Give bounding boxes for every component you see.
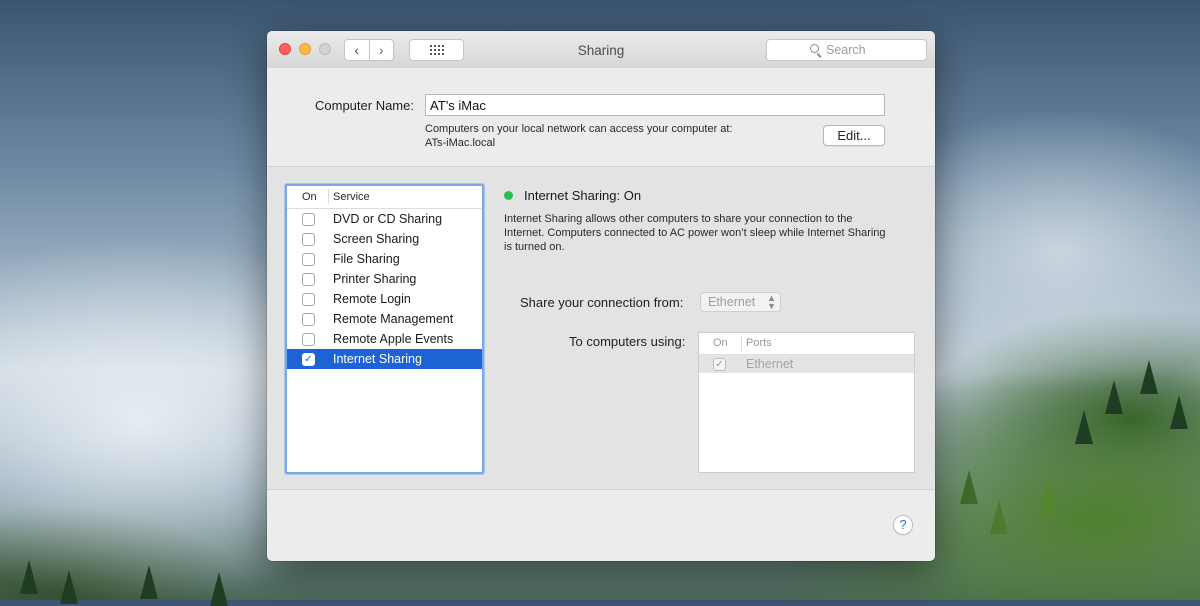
service-checkbox[interactable]: ✓ <box>302 353 315 366</box>
service-label: Remote Login <box>333 292 411 306</box>
service-row[interactable]: Screen Sharing <box>287 229 482 249</box>
tree-shape <box>1040 480 1058 514</box>
service-checkbox[interactable] <box>302 313 315 326</box>
navigation-buttons: ‹ › <box>344 39 394 61</box>
ports-list[interactable]: On Ports ✓ Ethernet <box>698 332 915 473</box>
service-label: Remote Apple Events <box>333 332 454 346</box>
tree-shape <box>990 500 1008 534</box>
sharing-window: ‹ › Sharing Search Computer Name: AT’s i… <box>267 31 935 561</box>
column-divider <box>741 336 742 351</box>
services-section: On Service DVD or CD Sharing Screen Shari… <box>267 167 935 490</box>
chevron-left-icon: ‹ <box>354 42 360 58</box>
back-button[interactable]: ‹ <box>345 40 370 60</box>
tree-shape <box>60 570 78 604</box>
service-label: Remote Management <box>333 312 454 326</box>
network-address: ATs-iMac.local <box>425 137 496 149</box>
tree-shape <box>210 572 228 606</box>
service-status-title: Internet Sharing: On <box>524 188 642 203</box>
service-label: File Sharing <box>333 252 400 266</box>
status-indicator-icon <box>504 191 513 200</box>
port-row[interactable]: ✓ Ethernet <box>699 355 914 373</box>
tree-shape <box>1105 380 1123 414</box>
search-field[interactable]: Search <box>766 39 927 61</box>
help-button[interactable]: ? <box>893 515 913 535</box>
tree-shape <box>20 560 38 594</box>
show-all-button[interactable] <box>409 39 464 61</box>
service-row[interactable]: Remote Apple Events <box>287 329 482 349</box>
service-description: Internet Sharing allows other computers … <box>504 213 886 253</box>
network-address-info: Computers on your local network can acce… <box>425 123 733 135</box>
service-label: Printer Sharing <box>333 272 417 286</box>
service-row[interactable]: DVD or CD Sharing <box>287 209 482 229</box>
tree-shape <box>1075 410 1093 444</box>
computer-name-input[interactable]: AT’s iMac <box>425 94 885 116</box>
tree-shape <box>960 470 978 504</box>
edit-button[interactable]: Edit... <box>823 125 885 146</box>
share-from-popup[interactable]: Ethernet ▲ ▼ <box>700 292 781 312</box>
service-checkbox[interactable] <box>302 233 315 246</box>
tree-shape <box>140 565 158 599</box>
service-label: Internet Sharing <box>333 352 422 366</box>
header-service: Service <box>333 191 370 203</box>
search-icon <box>810 44 819 53</box>
ports-header-on: On <box>713 337 728 349</box>
service-checkbox[interactable] <box>302 273 315 286</box>
computer-name-section: Computer Name: AT’s iMac Computers on yo… <box>267 68 935 167</box>
grid-icon <box>429 45 444 55</box>
header-on: On <box>302 191 317 203</box>
service-row[interactable]: Printer Sharing <box>287 269 482 289</box>
to-computers-label: To computers using: <box>569 334 686 349</box>
tree-shape <box>1170 395 1188 429</box>
share-from-label: Share your connection from: <box>520 295 684 310</box>
service-label: Screen Sharing <box>333 232 420 246</box>
tree-shape <box>1140 360 1158 394</box>
title-bar: ‹ › Sharing Search <box>267 31 935 69</box>
service-row[interactable]: Remote Management <box>287 309 482 329</box>
updown-chevron-icon: ▲ ▼ <box>767 293 776 311</box>
zoom-window-button[interactable] <box>319 43 331 55</box>
forward-button[interactable]: › <box>370 40 394 60</box>
service-checkbox[interactable] <box>302 293 315 306</box>
service-row[interactable]: ✓ Internet Sharing <box>287 349 482 369</box>
ports-list-header: On Ports <box>699 333 914 355</box>
search-placeholder: Search <box>826 43 866 57</box>
service-row[interactable]: Remote Login <box>287 289 482 309</box>
service-list[interactable]: On Service DVD or CD Sharing Screen Shari… <box>285 184 484 474</box>
port-checkbox[interactable]: ✓ <box>713 358 726 371</box>
computer-name-label: Computer Name: <box>315 98 414 113</box>
close-window-button[interactable] <box>279 43 291 55</box>
service-list-header: On Service <box>287 186 482 209</box>
service-label: DVD or CD Sharing <box>333 212 443 226</box>
minimize-window-button[interactable] <box>299 43 311 55</box>
service-row[interactable]: File Sharing <box>287 249 482 269</box>
ports-header-ports: Ports <box>746 337 772 349</box>
port-label: Ethernet <box>746 357 794 371</box>
share-from-value: Ethernet <box>708 295 756 309</box>
service-checkbox[interactable] <box>302 213 315 226</box>
service-checkbox[interactable] <box>302 253 315 266</box>
chevron-right-icon: › <box>378 42 384 58</box>
column-divider <box>328 189 329 204</box>
service-checkbox[interactable] <box>302 333 315 346</box>
